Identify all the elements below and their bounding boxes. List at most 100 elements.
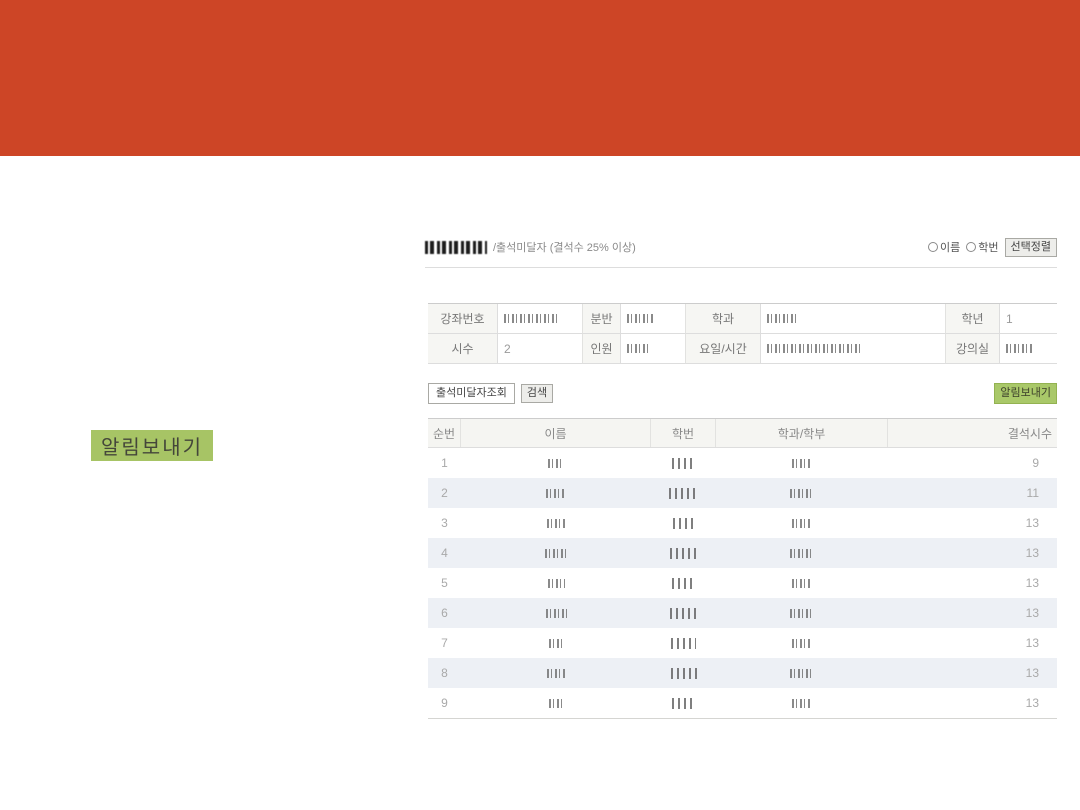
redacted-student-id [671, 638, 696, 649]
redacted-student-id [670, 608, 697, 619]
redacted-student-id [671, 668, 697, 679]
grade-value: 1 [1000, 304, 1057, 334]
row-student-id [651, 568, 716, 598]
row-absence: 13 [888, 658, 1057, 688]
table-row[interactable]: 3 13 [428, 508, 1057, 538]
department-value [761, 304, 946, 334]
classroom-label: 강의실 [946, 334, 1000, 364]
students-table: 순번 이름 학번 학과/학부 결석시수 1 9 2 11 3 13 4 13 5 [428, 418, 1057, 719]
redacted-dept [790, 669, 814, 678]
hours-label: 시수 [428, 334, 498, 364]
redacted-student-id [673, 518, 695, 529]
redacted-name [547, 519, 565, 528]
redacted-student-id [669, 488, 699, 499]
row-student-id [651, 598, 716, 628]
top-banner [0, 0, 1080, 156]
schedule-label: 요일/시간 [686, 334, 761, 364]
redacted-value [767, 344, 862, 353]
redacted-name [549, 639, 564, 648]
header-student-id: 학번 [651, 419, 716, 447]
row-absence: 13 [888, 508, 1057, 538]
redacted-name [549, 699, 563, 708]
row-name [461, 688, 651, 718]
row-student-id [651, 448, 716, 478]
redacted-value [767, 314, 797, 323]
row-name [461, 448, 651, 478]
row-no: 1 [428, 448, 461, 478]
row-no: 2 [428, 478, 461, 508]
row-no: 8 [428, 658, 461, 688]
table-row[interactable]: 2 11 [428, 478, 1057, 508]
redacted-value [504, 314, 559, 323]
redacted-dept [790, 489, 814, 498]
table-row[interactable]: 9 13 [428, 688, 1057, 718]
header-no: 순번 [428, 419, 461, 447]
row-dept [716, 628, 888, 658]
schedule-value [761, 334, 946, 364]
row-name [461, 478, 651, 508]
row-dept [716, 538, 888, 568]
radio-sort-by-name[interactable]: 이름 [928, 239, 960, 255]
header-dept: 학과/학부 [716, 419, 888, 447]
row-student-id [651, 508, 716, 538]
row-dept [716, 688, 888, 718]
redacted-dept [792, 519, 812, 528]
page-title-redacted [425, 241, 487, 254]
redacted-name [548, 459, 564, 468]
send-notification-button[interactable]: 알림보내기 [994, 383, 1057, 404]
radio-circle-icon[interactable] [966, 242, 976, 252]
row-name [461, 628, 651, 658]
table-row[interactable]: 1 9 [428, 448, 1057, 478]
row-dept [716, 658, 888, 688]
page: 알림보내기 /출석미달자 (결석수 25% 이상) 이름 학번 선택정렬 강좌번… [0, 0, 1080, 810]
redacted-student-id [670, 548, 698, 559]
row-absence: 13 [888, 688, 1057, 718]
row-student-id [651, 688, 716, 718]
enrollment-value [621, 334, 686, 364]
row-name [461, 538, 651, 568]
redacted-value [627, 344, 649, 353]
course-number-value [498, 304, 583, 334]
row-student-id [651, 628, 716, 658]
row-student-id [651, 658, 716, 688]
toolbar: 출석미달자조회 검색 알림보내기 [428, 381, 1057, 405]
radio-circle-icon[interactable] [928, 242, 938, 252]
select-sort-button[interactable]: 선택정렬 [1005, 238, 1057, 257]
redacted-dept [792, 639, 812, 648]
grade-label: 학년 [946, 304, 1000, 334]
redacted-name [546, 609, 567, 618]
redacted-dept [790, 609, 814, 618]
redacted-value [1006, 344, 1032, 353]
search-button[interactable]: 검색 [521, 384, 553, 403]
title-row: /출석미달자 (결석수 25% 이상) 이름 학번 선택정렬 [425, 236, 1057, 258]
row-no: 7 [428, 628, 461, 658]
redacted-student-id [672, 458, 696, 469]
redacted-name [545, 549, 567, 558]
row-absence: 11 [888, 478, 1057, 508]
row-dept [716, 478, 888, 508]
department-label: 학과 [686, 304, 761, 334]
table-row[interactable]: 8 13 [428, 658, 1057, 688]
table-row[interactable]: 4 13 [428, 538, 1057, 568]
table-row[interactable]: 6 13 [428, 598, 1057, 628]
redacted-student-id [672, 698, 696, 709]
radio-sort-by-id[interactable]: 학번 [966, 239, 998, 255]
title-divider [425, 267, 1057, 268]
row-absence: 13 [888, 598, 1057, 628]
row-dept [716, 508, 888, 538]
redacted-student-id [672, 578, 695, 589]
redacted-dept [792, 579, 812, 588]
row-no: 9 [428, 688, 461, 718]
row-no: 3 [428, 508, 461, 538]
row-dept [716, 598, 888, 628]
filter-select[interactable]: 출석미달자조회 [428, 383, 515, 404]
enrollment-label: 인원 [583, 334, 621, 364]
table-row[interactable]: 7 13 [428, 628, 1057, 658]
row-no: 5 [428, 568, 461, 598]
redacted-dept [790, 549, 814, 558]
row-dept [716, 448, 888, 478]
course-number-label: 강좌번호 [428, 304, 498, 334]
table-row[interactable]: 5 13 [428, 568, 1057, 598]
page-subtitle: /출석미달자 (결석수 25% 이상) [493, 239, 636, 255]
row-absence: 13 [888, 628, 1057, 658]
